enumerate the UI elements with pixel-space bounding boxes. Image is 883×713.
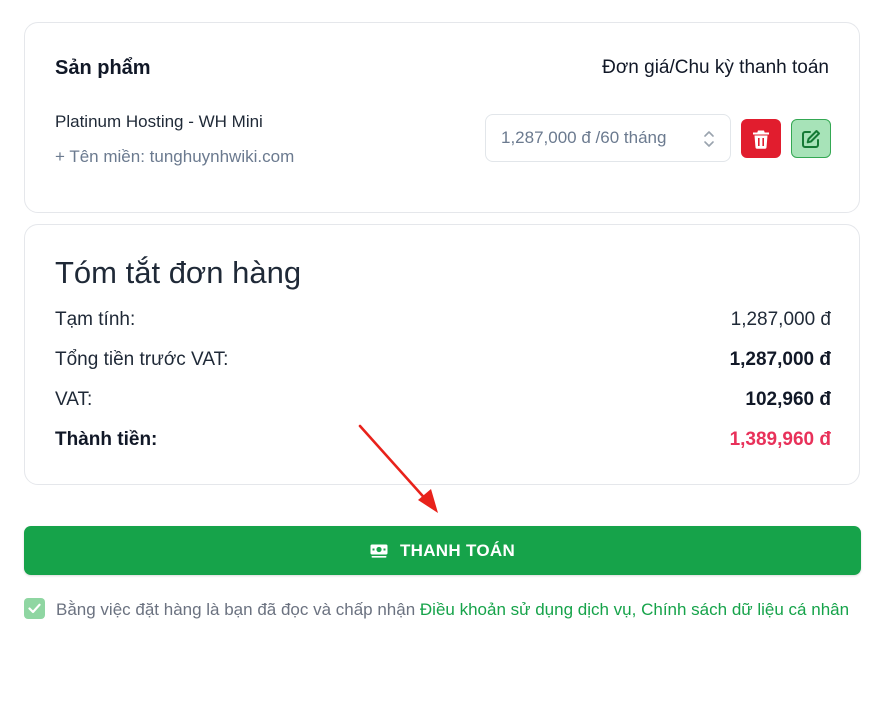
product-domain: + Tên miền: tunghuynhwiki.com (55, 147, 295, 166)
summary-row-vat: VAT: 102,960 đ (55, 389, 831, 411)
order-summary-title: Tóm tắt đơn hàng (55, 255, 302, 290)
money-icon (370, 544, 388, 558)
product-card: Sản phẩm Đơn giá/Chu kỳ thanh toán Plati… (24, 22, 860, 213)
terms-text: Bằng việc đặt hàng là bạn đã đọc và chấp… (56, 597, 856, 623)
summary-value: 1,287,000 đ (729, 349, 831, 370)
summary-label: VAT: (55, 389, 93, 410)
summary-total-value: 1,389,960 đ (729, 429, 831, 450)
chevron-up-down-icon (704, 131, 714, 147)
edit-icon (802, 129, 820, 148)
terms-checkbox[interactable] (24, 598, 45, 619)
checkout-button[interactable]: THANH TOÁN (24, 526, 861, 575)
checkmark-icon (28, 603, 41, 614)
product-name: Platinum Hosting - WH Mini (55, 112, 263, 131)
edit-button[interactable] (791, 119, 831, 158)
billing-cycle-select[interactable]: 1,287,000 đ /60 tháng (485, 114, 731, 162)
order-summary-card: Tóm tắt đơn hàng Tạm tính: 1,287,000 đ T… (24, 224, 860, 485)
summary-value: 102,960 đ (745, 389, 831, 410)
summary-label: Thành tiền: (55, 429, 158, 450)
summary-row-subtotal: Tạm tính: 1,287,000 đ (55, 309, 831, 331)
terms-of-service-link[interactable]: Điều khoản sử dụng dịch vụ (420, 600, 632, 619)
terms-separator: , (631, 600, 642, 619)
summary-row-total: Thành tiền: 1,389,960 đ (55, 429, 831, 451)
summary-label: Tạm tính: (55, 309, 136, 330)
summary-row-pre-vat: Tổng tiền trước VAT: 1,287,000 đ (55, 349, 831, 371)
privacy-policy-link[interactable]: Chính sách dữ liệu cá nhân (641, 600, 849, 619)
terms-prefix: Bằng việc đặt hàng là bạn đã đọc và chấp… (56, 600, 420, 619)
price-cycle-column-header: Đơn giá/Chu kỳ thanh toán (602, 57, 829, 78)
billing-cycle-value: 1,287,000 đ /60 tháng (501, 128, 667, 147)
delete-button[interactable] (741, 119, 781, 158)
trash-icon (753, 130, 769, 149)
summary-value: 1,287,000 đ (730, 309, 831, 330)
checkout-button-label: THANH TOÁN (399, 540, 516, 560)
summary-label: Tổng tiền trước VAT: (55, 349, 229, 370)
product-column-header: Sản phẩm (55, 57, 151, 79)
